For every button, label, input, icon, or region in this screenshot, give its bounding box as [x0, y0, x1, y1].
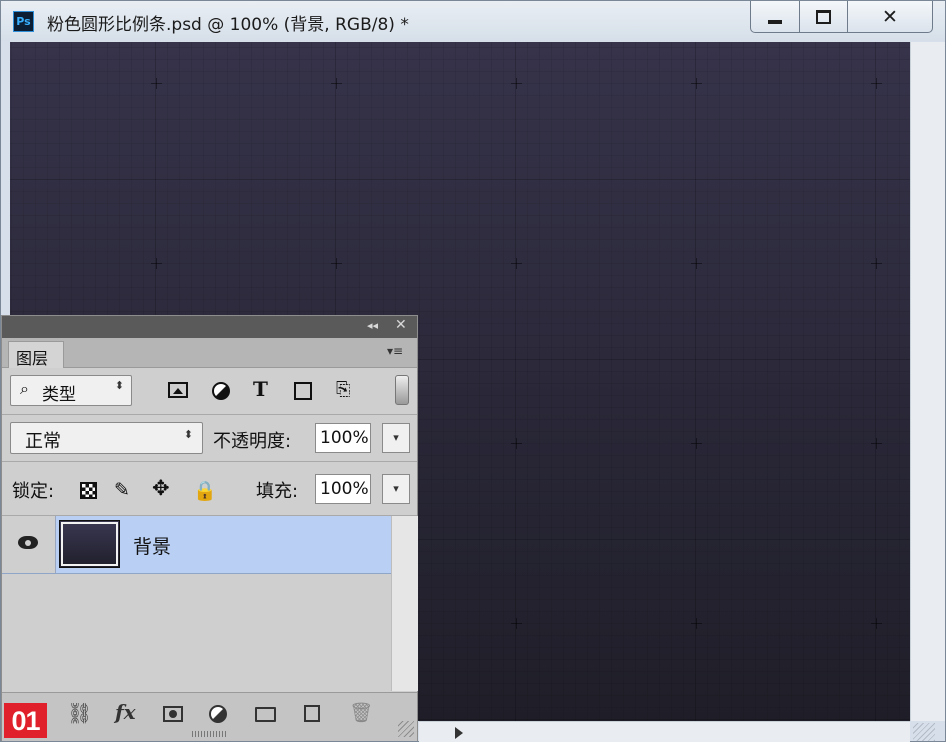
eye-icon	[18, 536, 38, 549]
grid-crosshair-mark	[871, 78, 882, 89]
collapse-panel-icon[interactable]: ◂◂	[367, 319, 378, 332]
minimize-icon	[768, 19, 782, 24]
lock-fill-row: 锁定: ✎ ✥ 🔒 填充: 100% ▾	[2, 462, 417, 516]
grid-crosshair-mark	[691, 438, 702, 449]
lock-image-pixels-icon[interactable]: ✎	[114, 479, 130, 501]
photoshop-app-icon: Ps	[13, 11, 34, 32]
lock-transparent-pixels-icon[interactable]	[80, 482, 97, 499]
panel-footer: 01 ⛓ fx 🗑	[2, 692, 417, 741]
fill-label: 填充:	[256, 481, 299, 502]
blend-mode-value: 正常	[25, 431, 61, 452]
filter-kind-label: 类型	[42, 385, 76, 405]
layer-row-background[interactable]: 背景	[2, 516, 391, 574]
grid-crosshair-mark	[511, 618, 522, 629]
new-adjustment-layer-icon[interactable]	[209, 705, 227, 723]
close-icon: ✕	[882, 5, 898, 28]
opacity-label: 不透明度:	[213, 431, 292, 452]
panel-menu-icon[interactable]: ▾≡	[387, 344, 403, 358]
layer-thumbnail	[59, 520, 120, 568]
document-title: 粉色圆形比例条.psd @ 100% (背景, RGB/8) *	[47, 15, 409, 35]
filter-shape-layers-icon[interactable]	[294, 382, 312, 400]
grid-crosshair-mark	[691, 258, 702, 269]
window-resize-grip-icon[interactable]	[913, 723, 935, 741]
grid-crosshair-mark	[151, 78, 162, 89]
grid-crosshair-mark	[151, 258, 162, 269]
search-icon: ⌕	[20, 379, 29, 398]
minimize-button[interactable]	[750, 1, 800, 33]
fill-input[interactable]: 100%	[315, 474, 371, 504]
blend-opacity-row: 正常 ⬍ 不透明度: 100% ▾	[2, 415, 417, 462]
delete-layer-trash-icon[interactable]: 🗑	[349, 701, 373, 724]
lock-position-icon[interactable]: ✥	[152, 476, 170, 500]
lock-all-icon[interactable]: 🔒	[193, 479, 217, 502]
vertical-scrollbar[interactable]	[910, 42, 945, 721]
scroll-right-arrow-icon[interactable]	[455, 727, 463, 739]
grid-crosshair-mark	[331, 258, 342, 269]
updown-arrows-icon: ⬍	[114, 379, 124, 392]
filter-type-layers-icon[interactable]: T	[253, 377, 268, 401]
grid-crosshair-mark	[871, 438, 882, 449]
title-bar[interactable]: Ps 粉色圆形比例条.psd @ 100% (背景, RGB/8) * ✕	[1, 1, 945, 41]
fill-dropdown-button[interactable]: ▾	[382, 474, 410, 504]
layers-panel: ◂◂ ✕ 图层 ▾≡ ⌕ 类型 ⬍ T ⎘ 正常 ⬍ 不透明度: 100% ▾ …	[1, 315, 418, 741]
layers-list-scrollbar[interactable]	[391, 516, 418, 691]
maximize-icon	[816, 9, 831, 24]
layers-list: 背景	[2, 516, 418, 691]
window-controls: ✕	[750, 1, 933, 33]
opacity-input[interactable]: 100%	[315, 423, 371, 453]
filter-kind-select[interactable]: ⌕ 类型 ⬍	[10, 375, 132, 406]
lock-label: 锁定:	[12, 481, 55, 502]
filter-pixel-layers-icon[interactable]	[168, 382, 188, 398]
panel-drag-grip-icon[interactable]	[192, 731, 226, 737]
blend-mode-select[interactable]: 正常 ⬍	[10, 422, 203, 454]
tab-layers[interactable]: 图层	[8, 341, 64, 368]
grid-crosshair-mark	[871, 258, 882, 269]
new-layer-icon[interactable]	[304, 705, 320, 722]
step-badge: 01	[4, 703, 47, 738]
layer-filter-row: ⌕ 类型 ⬍ T ⎘	[2, 368, 417, 415]
filter-adjustment-layers-icon[interactable]	[212, 382, 230, 400]
new-group-folder-icon[interactable]	[255, 707, 276, 722]
close-button[interactable]: ✕	[848, 1, 933, 33]
horizontal-scrollbar[interactable]	[419, 721, 910, 742]
visibility-toggle[interactable]	[2, 516, 56, 573]
filter-smart-objects-icon[interactable]: ⎘	[336, 379, 350, 400]
panel-header[interactable]: ◂◂ ✕	[2, 316, 417, 338]
opacity-dropdown-button[interactable]: ▾	[382, 423, 410, 453]
layer-style-fx-icon[interactable]: fx	[115, 700, 136, 724]
link-layers-icon[interactable]: ⛓	[67, 701, 92, 725]
grid-crosshair-mark	[511, 78, 522, 89]
updown-arrows-icon: ⬍	[183, 428, 193, 441]
grid-crosshair-mark	[331, 78, 342, 89]
panel-close-icon[interactable]: ✕	[395, 317, 407, 333]
grid-crosshair-mark	[511, 258, 522, 269]
maximize-button[interactable]	[800, 1, 848, 33]
filter-toggle-switch[interactable]	[395, 375, 409, 405]
panel-tab-bar: 图层 ▾≡	[2, 338, 417, 368]
add-mask-icon[interactable]	[163, 706, 183, 722]
layer-name: 背景	[133, 536, 172, 558]
grid-crosshair-mark	[691, 78, 702, 89]
grid-crosshair-mark	[691, 618, 702, 629]
panel-resize-grip-icon[interactable]	[398, 721, 414, 737]
grid-crosshair-mark	[871, 618, 882, 629]
grid-crosshair-mark	[511, 438, 522, 449]
